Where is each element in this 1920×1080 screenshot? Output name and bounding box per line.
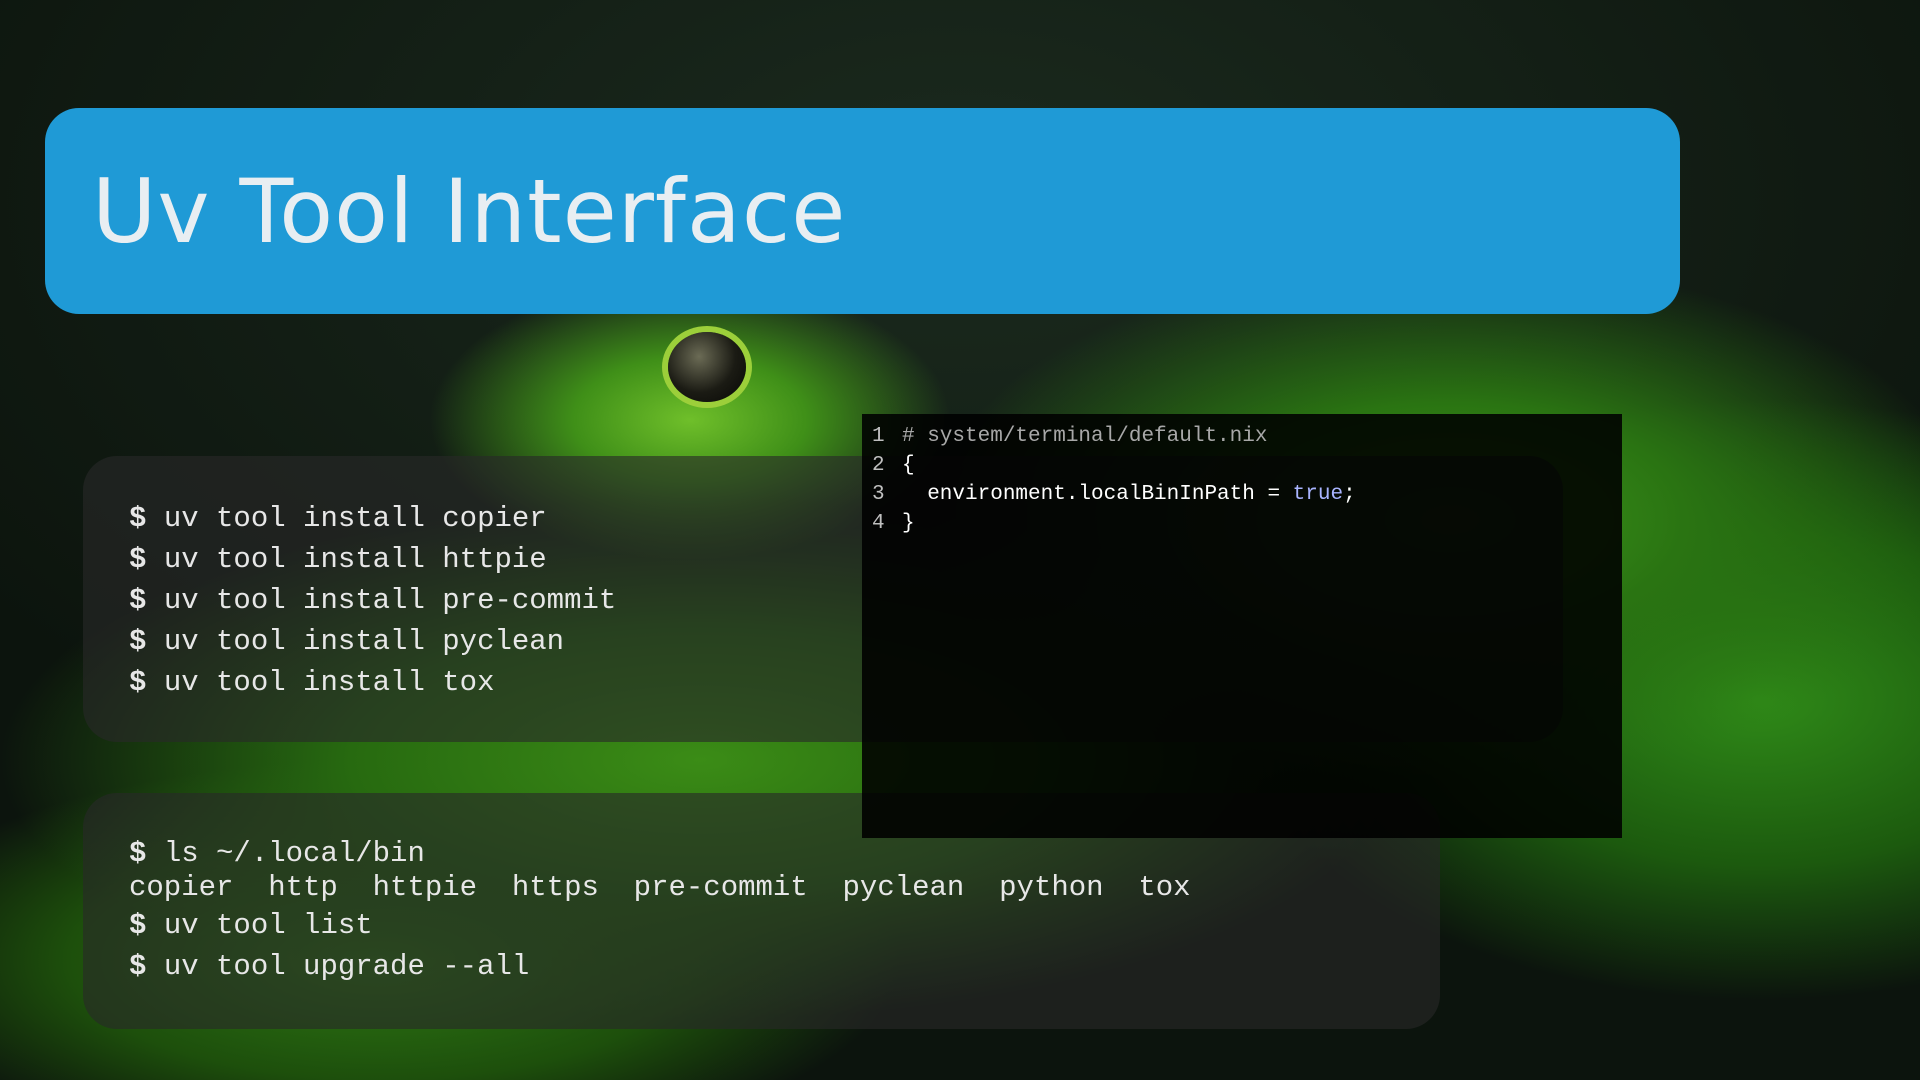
command-line: $ ls ~/.local/bin — [129, 837, 425, 870]
line-number: 3 — [872, 483, 885, 506]
line-number: 2 — [872, 454, 885, 477]
snake-eye — [668, 332, 746, 402]
code-comment: # system/terminal/default.nix — [902, 425, 1268, 448]
code-line: 2{ — [872, 451, 1622, 480]
code-text: ; — [1343, 483, 1356, 506]
slide-title: Uv Tool Interface — [92, 159, 847, 263]
title-banner: Uv Tool Interface — [45, 108, 1680, 314]
command-output: copier http httpie https pre-commit pycl… — [129, 871, 1191, 904]
command-line: $ uv tool list — [129, 909, 373, 942]
code-line: 1 # system/terminal/default.nix — [872, 422, 1622, 451]
code-line: 3 environment.localBinInPath = true; — [872, 480, 1622, 509]
line-number: 1 — [872, 425, 885, 448]
code-text: environment.localBinInPath = — [902, 483, 1293, 506]
line-number: 4 — [872, 512, 885, 535]
code-line: 4} — [872, 509, 1622, 538]
nix-code-block: 1 # system/terminal/default.nix 2{ 3 envi… — [862, 414, 1622, 838]
code-text: { — [902, 454, 915, 477]
code-keyword: true — [1292, 483, 1344, 506]
command-line: $ uv tool upgrade --all — [129, 950, 530, 983]
code-text: } — [902, 512, 915, 535]
